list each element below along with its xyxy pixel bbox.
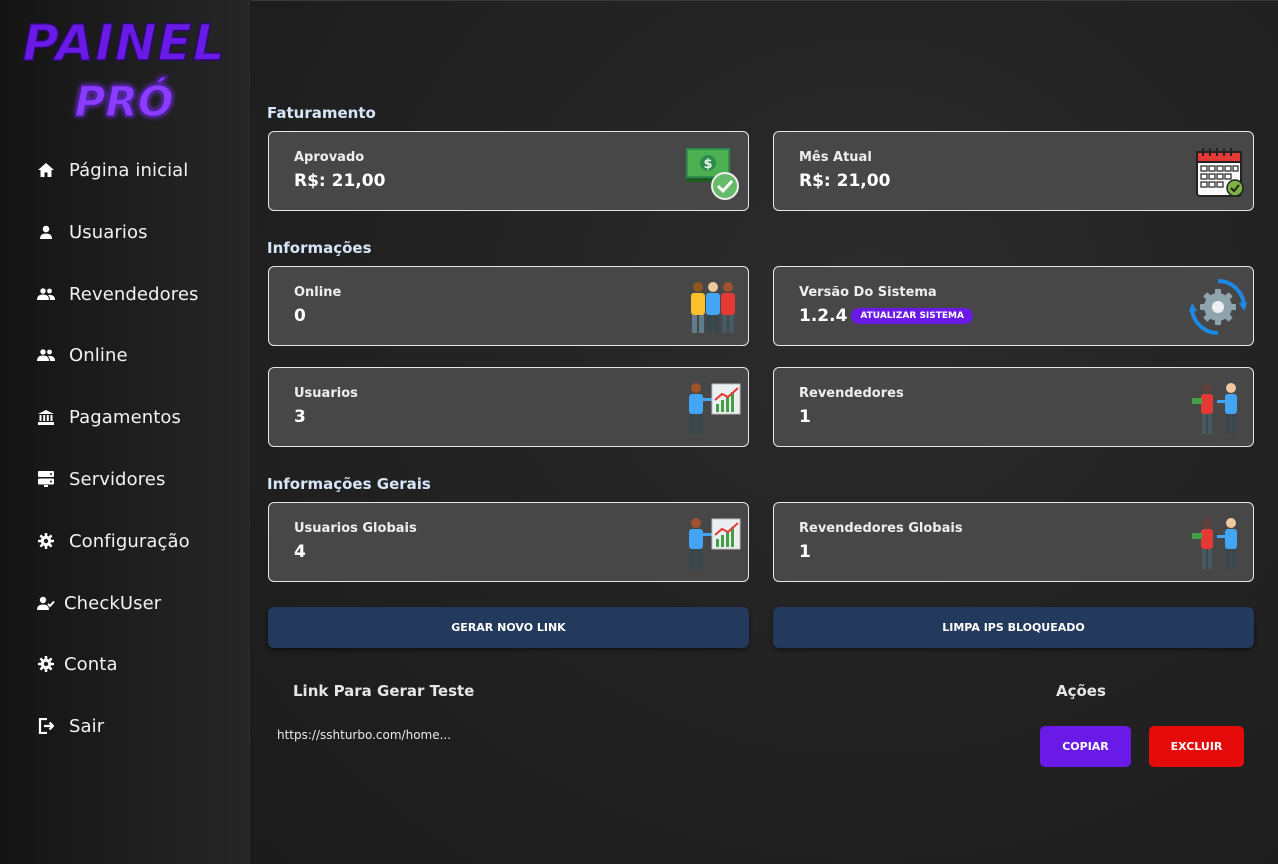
section-title-informacoes: Informações bbox=[267, 239, 372, 257]
presenter-chart-icon bbox=[684, 515, 742, 571]
card-value: 4 bbox=[294, 542, 306, 562]
section-title-informacoes-gerais: Informações Gerais bbox=[267, 475, 431, 493]
sidebar-item-label: Conta bbox=[64, 653, 118, 675]
sign-out-icon bbox=[37, 717, 55, 735]
sidebar-item-revendedores[interactable]: Revendedores bbox=[0, 272, 250, 316]
brand-logo: PAINEL PRÓ bbox=[18, 8, 232, 128]
update-system-badge[interactable]: ATUALIZAR SISTEMA bbox=[851, 308, 973, 324]
gear-sync-icon bbox=[1189, 279, 1247, 335]
card-value: 3 bbox=[294, 407, 306, 427]
sidebar-item-configuracao[interactable]: Configuração bbox=[0, 519, 250, 563]
user-icon bbox=[37, 223, 55, 241]
card-label: Usuarios bbox=[294, 386, 358, 401]
sidebar-item-label: Pagamentos bbox=[69, 406, 181, 428]
gerar-novo-link-button[interactable]: GERAR NOVO LINK bbox=[268, 607, 749, 648]
card-value-row: 1.2.4 ATUALIZAR SISTEMA bbox=[799, 306, 973, 326]
sidebar: PAINEL PRÓ Página inicial Usuarios Reven… bbox=[0, 0, 250, 864]
version-value: 1.2.4 bbox=[799, 306, 848, 326]
money-exchange-icon bbox=[1189, 515, 1247, 571]
sidebar-item-label: Online bbox=[69, 344, 128, 366]
header-acoes: Ações bbox=[1056, 682, 1106, 700]
sidebar-item-label: Usuarios bbox=[69, 221, 148, 243]
users-icon bbox=[37, 285, 55, 303]
card-label: Online bbox=[294, 285, 342, 300]
card-label: Revendedores Globais bbox=[799, 521, 963, 536]
card-online: Online 0 bbox=[268, 266, 749, 346]
card-revendedores-globais: Revendedores Globais 1 bbox=[773, 502, 1254, 582]
calendar-check-icon bbox=[1189, 144, 1247, 200]
sidebar-item-label: Configuração bbox=[69, 530, 190, 552]
card-label: Usuarios Globais bbox=[294, 521, 417, 536]
money-check-icon: $ bbox=[684, 144, 742, 200]
sidebar-item-servidores[interactable]: Servidores bbox=[0, 457, 250, 501]
copiar-button[interactable]: COPIAR bbox=[1040, 726, 1131, 767]
bank-icon bbox=[37, 408, 55, 426]
sidebar-item-pagamentos[interactable]: Pagamentos bbox=[0, 395, 250, 439]
card-revendedores: Revendedores 1 bbox=[773, 367, 1254, 447]
card-usuarios: Usuarios 3 bbox=[268, 367, 749, 447]
sidebar-item-online[interactable]: Online bbox=[0, 333, 250, 377]
main-content: Faturamento Aprovado R$: 21,00 $ Mês Atu… bbox=[251, 0, 1278, 864]
gear-icon bbox=[37, 532, 55, 550]
server-icon bbox=[37, 470, 55, 488]
card-value: 0 bbox=[294, 306, 306, 326]
sidebar-item-checkuser[interactable]: CheckUser bbox=[0, 581, 250, 625]
sidebar-item-usuarios[interactable]: Usuarios bbox=[0, 210, 250, 254]
brand-line2: PRÓ bbox=[75, 76, 174, 126]
gear-icon bbox=[37, 655, 55, 673]
user-check-icon bbox=[37, 594, 55, 612]
card-value: 1 bbox=[799, 407, 811, 427]
presenter-chart-icon bbox=[684, 380, 742, 436]
card-label: Mês Atual bbox=[799, 150, 872, 165]
sidebar-item-label: Página inicial bbox=[69, 159, 189, 181]
card-usuarios-globais: Usuarios Globais 4 bbox=[268, 502, 749, 582]
money-exchange-icon bbox=[1189, 380, 1247, 436]
brand-line1: PAINEL bbox=[22, 14, 225, 72]
card-label: Versão Do Sistema bbox=[799, 285, 937, 300]
card-label: Revendedores bbox=[799, 386, 904, 401]
sidebar-item-label: Sair bbox=[69, 715, 105, 737]
people-group-icon bbox=[684, 279, 742, 335]
excluir-button[interactable]: EXCLUIR bbox=[1149, 726, 1244, 767]
section-title-faturamento: Faturamento bbox=[267, 104, 376, 122]
limpa-ips-bloqueado-button[interactable]: LIMPA IPS BLOQUEADO bbox=[773, 607, 1254, 648]
sidebar-item-label: Revendedores bbox=[69, 283, 199, 305]
header-link-teste: Link Para Gerar Teste bbox=[293, 682, 475, 700]
sidebar-item-pagina-inicial[interactable]: Página inicial bbox=[0, 148, 250, 192]
test-link-url[interactable]: https://sshturbo.com/home... bbox=[277, 728, 451, 742]
card-label: Aprovado bbox=[294, 150, 365, 165]
card-value: R$: 21,00 bbox=[799, 171, 891, 191]
users-icon bbox=[37, 346, 55, 364]
svg-text:$: $ bbox=[703, 157, 712, 172]
card-value: 1 bbox=[799, 542, 811, 562]
sidebar-item-conta[interactable]: Conta bbox=[0, 642, 250, 686]
card-versao: Versão Do Sistema 1.2.4 ATUALIZAR SISTEMA bbox=[773, 266, 1254, 346]
card-aprovado: Aprovado R$: 21,00 $ bbox=[268, 131, 749, 211]
sidebar-item-sair[interactable]: Sair bbox=[0, 704, 250, 748]
home-icon bbox=[37, 161, 55, 179]
sidebar-item-label: CheckUser bbox=[64, 592, 162, 614]
card-mes-atual: Mês Atual R$: 21,00 bbox=[773, 131, 1254, 211]
card-value: R$: 21,00 bbox=[294, 171, 386, 191]
sidebar-item-label: Servidores bbox=[69, 468, 166, 490]
